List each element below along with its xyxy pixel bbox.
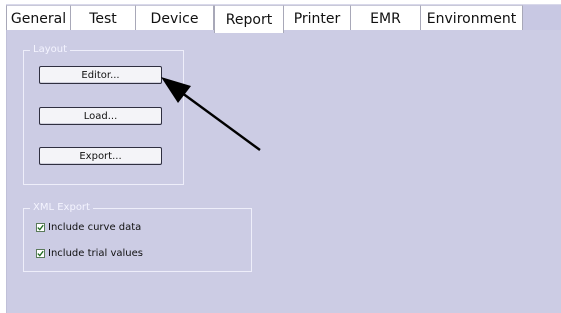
include-curve-data-label: Include curve data (48, 222, 142, 233)
tab-test[interactable]: Test (71, 5, 136, 31)
checkbox-checked-icon (36, 249, 45, 258)
include-trial-values-checkbox[interactable]: Include trial values (36, 248, 143, 259)
tab-environment[interactable]: Environment (421, 5, 523, 31)
settings-window: General Test Device Report Printer EMR E… (0, 0, 561, 313)
xml-export-group-title: XML Export (30, 201, 93, 215)
tab-emr[interactable]: EMR (351, 5, 421, 31)
tab-bar: General Test Device Report Printer EMR E… (6, 4, 561, 33)
tab-device[interactable]: Device (136, 5, 214, 31)
include-trial-values-label: Include trial values (48, 248, 143, 259)
tab-printer[interactable]: Printer (284, 5, 351, 31)
editor-button[interactable]: Editor... (39, 66, 162, 84)
tab-general[interactable]: General (6, 5, 71, 31)
checkbox-checked-icon (36, 223, 45, 232)
export-button[interactable]: Export... (39, 147, 162, 165)
tab-report[interactable]: Report (214, 5, 284, 33)
xml-export-group: XML Export Include curve data Include tr… (23, 201, 252, 272)
layout-group: Layout Editor... Load... Export... (23, 43, 184, 185)
report-tab-panel: Layout Editor... Load... Export... XML E… (6, 30, 561, 313)
include-curve-data-checkbox[interactable]: Include curve data (36, 222, 141, 233)
load-button[interactable]: Load... (39, 107, 162, 125)
layout-group-title: Layout (30, 43, 70, 57)
